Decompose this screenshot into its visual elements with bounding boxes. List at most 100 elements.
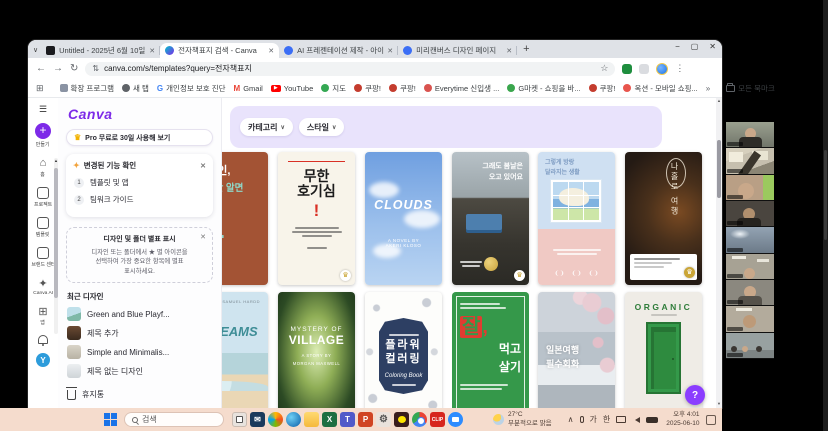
recent-design-item[interactable]: 제목 없는 디자인: [67, 364, 212, 378]
style-filter-button[interactable]: 스타일 ∨: [299, 118, 345, 136]
address-bar[interactable]: ⇅ canva.com/s/templates?query=전자책표지 ☆: [85, 62, 615, 76]
participant-tile[interactable]: [726, 175, 774, 201]
bookmark-extensions[interactable]: 확장 프로그램: [60, 83, 114, 94]
template-cover-mystery-village[interactable]: MYSTERY OF VILLAGE A STORY BYMORGAN MAXW…: [278, 292, 355, 408]
notifications-button[interactable]: [38, 335, 48, 344]
template-cover-spring-essay[interactable]: 그래도 봄날은오고 있어요 ♛: [452, 152, 529, 285]
tab-canva-active[interactable]: 전자책표지 검색 - Canva ✕: [160, 43, 279, 58]
recent-design-item[interactable]: Simple and Minimalis...: [67, 345, 212, 359]
bookmark-youtube[interactable]: ▶YouTube: [271, 84, 313, 93]
close-icon[interactable]: ✕: [200, 233, 206, 241]
canva-logo[interactable]: Canva: [68, 106, 213, 122]
rail-item-apps[interactable]: ⊞ 앱: [37, 305, 49, 326]
conference-scrollbar[interactable]: [823, 0, 828, 431]
participant-tile[interactable]: [726, 122, 774, 148]
mail-icon[interactable]: ✉: [250, 412, 265, 427]
bookmark-coupang[interactable]: 쿠팡!: [354, 83, 381, 94]
ime-han-indicator[interactable]: 한: [603, 414, 610, 425]
tab-miricanvas[interactable]: 미리캔버스 디자인 페이지 ✕: [398, 43, 517, 58]
recent-design-item[interactable]: 제목 추가: [67, 326, 212, 340]
new-tab-button[interactable]: +: [523, 43, 529, 55]
participant-tile[interactable]: [726, 280, 774, 306]
minimize-button[interactable]: −: [675, 42, 680, 51]
profile-avatar[interactable]: [656, 63, 668, 75]
clip-app-icon[interactable]: CLIP: [430, 412, 445, 427]
tab-ai-presentation[interactable]: AI 프레젠테이션 제작 - 아이디... ✕: [279, 43, 398, 58]
scrollbar-thumb[interactable]: [717, 140, 721, 198]
participant-tile[interactable]: [726, 254, 774, 280]
settings-gear-icon[interactable]: ⚙: [376, 412, 391, 427]
display-icon[interactable]: [616, 416, 626, 423]
kakaotalk-icon[interactable]: [394, 412, 409, 427]
template-cover-eat-well[interactable]: 잘, 먹고 살기 ♛: [452, 292, 529, 408]
template-cover-japan-travel[interactable]: 일본여행필수회화: [538, 292, 615, 408]
tab-close-icon[interactable]: ✕: [506, 47, 512, 55]
chrome-icon[interactable]: [412, 412, 427, 427]
extension-icon[interactable]: [622, 64, 632, 74]
category-filter-button[interactable]: 카테고리 ∨: [240, 118, 293, 136]
edge-browser-icon[interactable]: [286, 412, 301, 427]
ime-ga-indicator[interactable]: 가: [590, 414, 597, 425]
rail-item-home[interactable]: ⌂ 홈: [37, 157, 49, 178]
back-icon[interactable]: ←: [36, 64, 46, 74]
bookmark-coupang[interactable]: 쿠팡!: [389, 83, 416, 94]
speaker-icon[interactable]: [632, 417, 640, 423]
scroll-up-icon[interactable]: ▲: [716, 98, 722, 104]
recent-design-item[interactable]: Green and Blue Playf...: [67, 307, 212, 321]
bookmark-everytime[interactable]: Everytime 신입생 ...: [424, 83, 499, 94]
close-button[interactable]: ✕: [709, 42, 716, 51]
bookmarks-overflow-icon[interactable]: »: [706, 84, 710, 93]
notification-center-icon[interactable]: [706, 415, 716, 425]
powerpoint-icon[interactable]: P: [358, 412, 373, 427]
account-avatar[interactable]: Y: [36, 353, 50, 367]
all-bookmarks-button[interactable]: 모든 북마크: [726, 83, 775, 94]
file-explorer-icon[interactable]: [304, 412, 319, 427]
trash-item[interactable]: 휴지통: [67, 388, 212, 400]
tab-close-icon[interactable]: ✕: [149, 47, 155, 55]
template-cover-clouds[interactable]: CLOUDS A NOVEL BYAKERI KLOSO: [365, 152, 442, 285]
bookmark-maps[interactable]: 지도: [321, 83, 346, 94]
tab-untitled[interactable]: Untitled - 2025년 6월 10일 1... ✕: [41, 43, 160, 58]
taskbar-clock[interactable]: 오후 4:01 2025-06-10: [666, 411, 699, 428]
bookmark-gmarket[interactable]: G마켓 - 쇼핑을 바...: [507, 83, 580, 94]
bookmark-star-icon[interactable]: ☆: [600, 63, 608, 74]
participant-tile[interactable]: [726, 227, 774, 253]
url-text[interactable]: canva.com/s/templates?query=전자책표지: [104, 63, 595, 74]
battery-icon[interactable]: [646, 417, 658, 423]
browser-menu-icon[interactable]: ⋮: [675, 63, 684, 74]
participant-tile[interactable]: [726, 201, 774, 227]
template-cover-dreams[interactable]: SAMUEL HARDD DREAMS: [222, 292, 268, 408]
participant-tile[interactable]: [726, 333, 774, 359]
taskbar-search[interactable]: 검색: [124, 412, 224, 427]
bookmark-newtab[interactable]: 새 탭: [122, 83, 149, 94]
bookmark-gmail[interactable]: MGmail: [234, 84, 263, 93]
participant-tile[interactable]: [726, 306, 774, 332]
forward-icon[interactable]: →: [53, 64, 63, 74]
template-cover-travel-illustration[interactable]: 그렇게 방랑달라지는 생활 ❨❩❨❩❨❩: [538, 152, 615, 285]
tab-close-icon[interactable]: ✕: [387, 47, 393, 55]
start-button[interactable]: [104, 413, 117, 426]
rail-item-brand[interactable]: 브랜드 센터: [30, 247, 57, 268]
template-cover-design-book[interactable]: 디자인, 이것만 알면 끝: [222, 152, 268, 285]
rail-item-canva-ai[interactable]: ✦ Canva AI: [32, 277, 54, 296]
template-cover-curiosity[interactable]: 무한호기심 ! ♛: [278, 152, 355, 285]
page-scrollbar[interactable]: ▲ ▼: [716, 98, 722, 408]
scroll-down-icon[interactable]: ▼: [716, 401, 722, 407]
extensions-puzzle-icon[interactable]: [639, 64, 649, 74]
template-cover-solo-travel[interactable]: 나홀로 여행 ♛: [625, 152, 702, 285]
rail-item-projects[interactable]: 프로젝트: [33, 187, 53, 208]
whats-new-item-templates[interactable]: 1 템플릿 및 앱: [74, 177, 205, 188]
bookmark-auction[interactable]: 옥션 - 모바일 쇼핑...: [623, 83, 697, 94]
create-button[interactable]: + 만들기: [35, 123, 51, 148]
maximize-button[interactable]: ▢: [691, 42, 699, 51]
template-cover-flower-coloring[interactable]: 플라워컬러링 Coloring Book ♛: [365, 292, 442, 408]
bookmark-privacy[interactable]: G개인정보 보호 진단: [157, 83, 226, 94]
teams-icon[interactable]: T: [340, 412, 355, 427]
copilot-icon[interactable]: [268, 412, 283, 427]
tab-close-icon[interactable]: ✕: [268, 47, 274, 55]
tab-search-chevron-icon[interactable]: ∨: [33, 46, 38, 54]
pro-trial-button[interactable]: ♛ Pro 무료로 30일 사용해 보기: [66, 129, 213, 146]
zoom-app-icon[interactable]: [448, 412, 463, 427]
rail-item-templates[interactable]: 템플릿: [35, 217, 50, 238]
task-view-icon[interactable]: [232, 412, 247, 427]
